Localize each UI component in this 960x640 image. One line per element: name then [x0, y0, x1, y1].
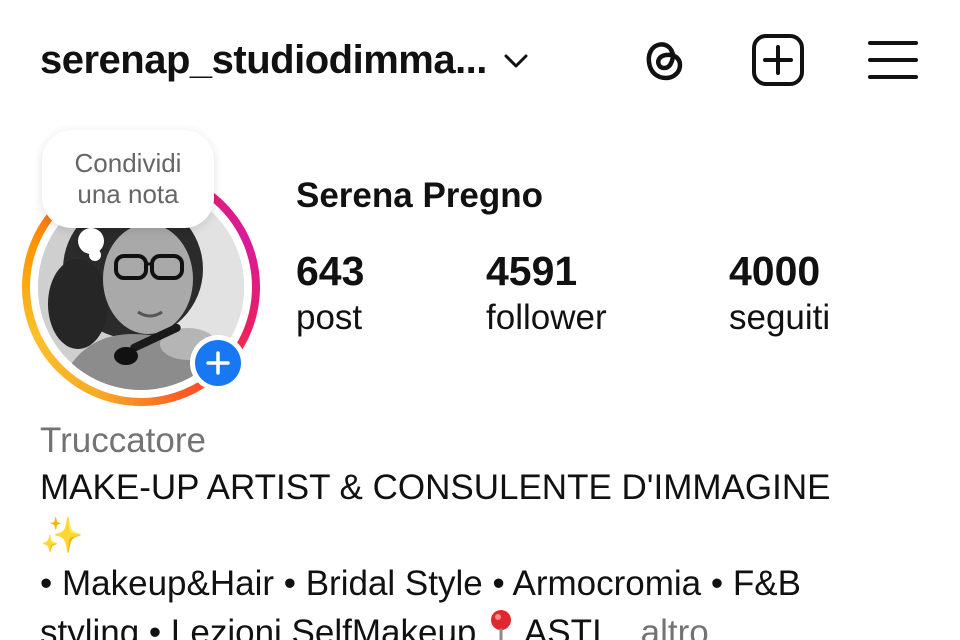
bio-line-4-end: ASTI...: [516, 612, 631, 640]
account-switcher[interactable]: serenap_studiodimma...: [40, 38, 531, 83]
bio-line-4-start: styling • Lezioni SelfMakeup: [40, 612, 487, 640]
note-text-line1: Condividi: [74, 148, 182, 178]
threads-icon[interactable]: [636, 32, 692, 88]
bio-line-4: styling • Lezioni SelfMakeup ASTI... alt…: [40, 608, 940, 640]
add-story-button[interactable]: [190, 335, 246, 391]
sparkles-emoji: ✨: [40, 516, 84, 555]
profile-category: Truccatore: [40, 421, 206, 460]
chevron-down-icon[interactable]: [501, 46, 531, 76]
bio-line-3: • Makeup&Hair • Bridal Style • Armocromi…: [40, 564, 801, 603]
top-bar: serenap_studiodimma...: [0, 0, 960, 120]
note-text-line2: una nota: [77, 179, 179, 209]
username[interactable]: serenap_studiodimma...: [40, 38, 487, 83]
posts-stat[interactable]: 643 post: [296, 248, 364, 342]
followers-count: 4591: [486, 248, 578, 294]
followers-stat[interactable]: 4591 follower: [486, 248, 607, 342]
posts-label: post: [296, 298, 363, 337]
following-label: seguiti: [729, 298, 831, 337]
following-count: 4000: [729, 248, 821, 294]
profile-page: serenap_studiodimma... Condividi una not…: [0, 0, 960, 640]
followers-label: follower: [486, 298, 607, 337]
following-stat[interactable]: 4000 seguiti: [729, 248, 830, 342]
posts-count: 643: [296, 248, 365, 294]
note-bubble-tail-small: [89, 249, 101, 261]
share-note-bubble[interactable]: Condividi una nota: [42, 130, 214, 228]
more-link[interactable]: altro: [631, 613, 709, 640]
create-post-icon[interactable]: [750, 32, 806, 88]
profile-full-name: Serena Pregno: [296, 176, 544, 215]
profile-bio: Truccatore MAKE-UP ARTIST & CONSULENTE D…: [40, 418, 940, 640]
pushpin-icon: [486, 608, 516, 640]
menu-icon[interactable]: [865, 32, 921, 88]
bio-line-1: MAKE-UP ARTIST & CONSULENTE D'IMMAGINE: [40, 468, 831, 507]
plus-icon[interactable]: [195, 340, 241, 386]
